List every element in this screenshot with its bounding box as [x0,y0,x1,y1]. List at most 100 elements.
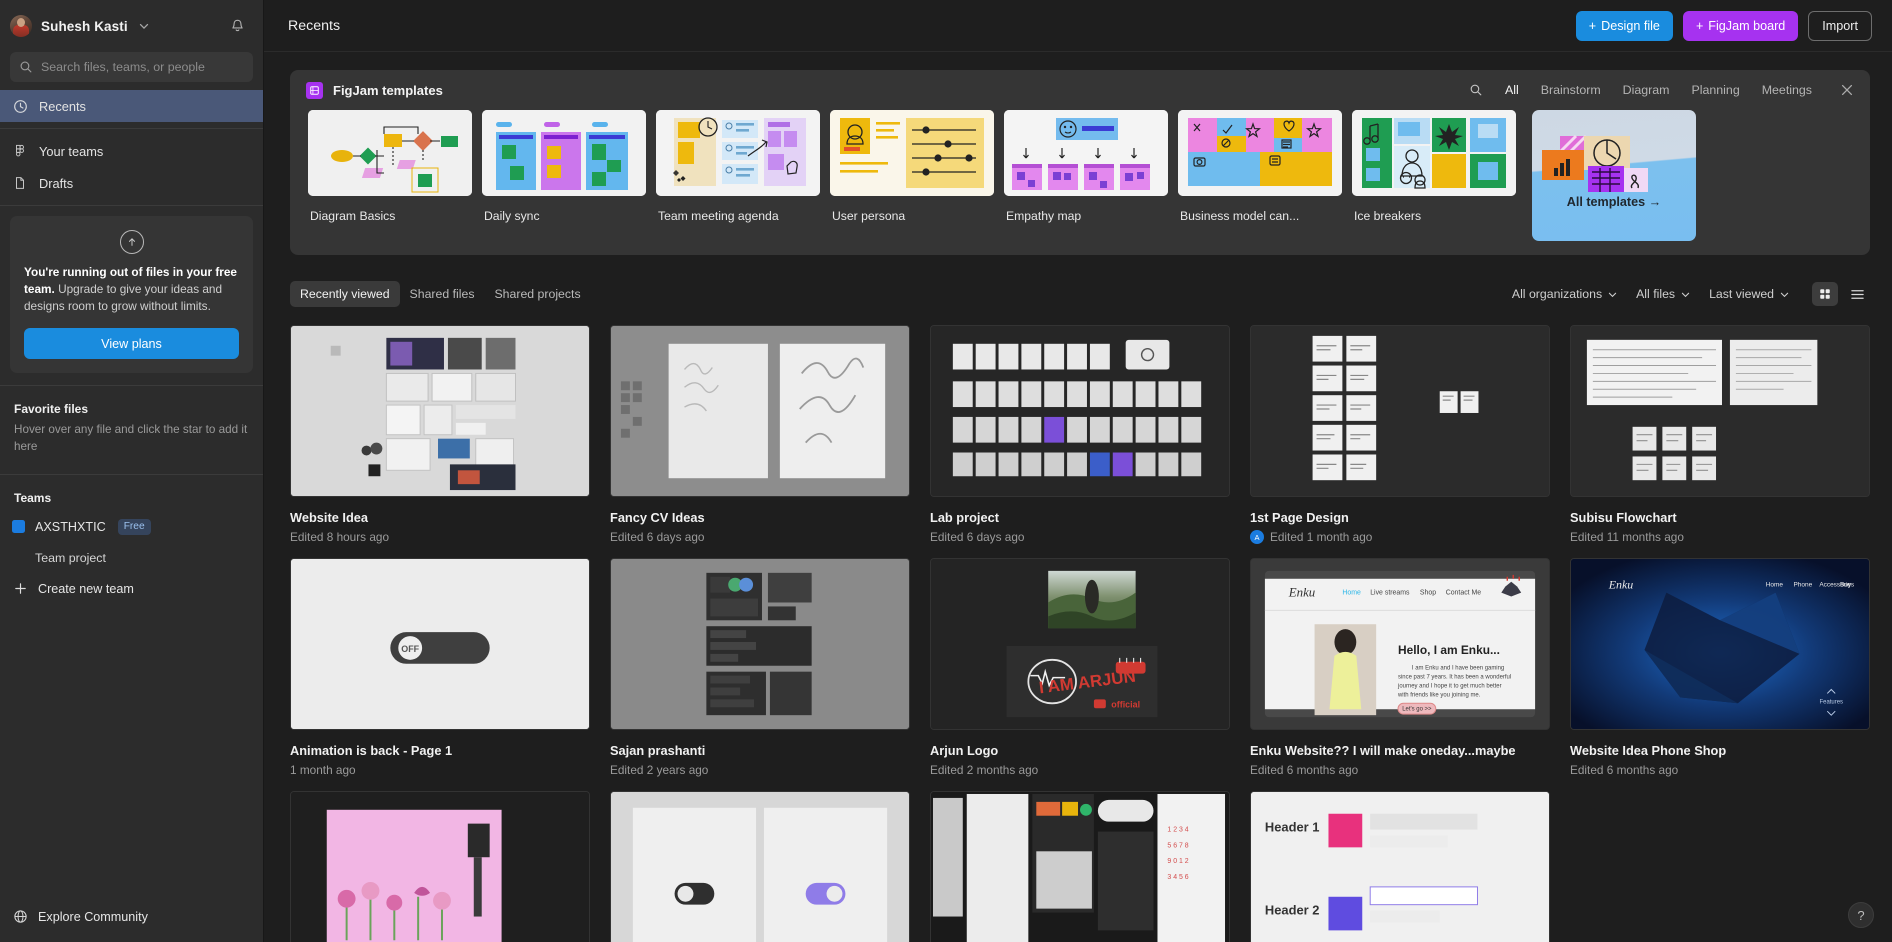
file-card[interactable]: OFF Animation is back - Page 1 1 month a… [290,558,590,777]
file-card[interactable]: Enku HomePhoneAccessories Buy Features W… [1570,558,1870,777]
file-name: Fancy CV Ideas [610,510,910,525]
file-name: Sajan prashanti [610,743,910,758]
file-name: Website Idea Phone Shop [1570,743,1870,758]
file-thumbnail: I AM ARJUN official [930,558,1230,730]
file-card[interactable]: Website Idea Edited 8 hours ago [290,325,590,544]
file-card[interactable] [610,791,910,942]
content-scroll[interactable]: FigJam templates All Brainstorm Diagram … [264,52,1892,942]
create-new-team-button[interactable]: Create new team [0,573,263,604]
globe-icon [12,909,28,925]
figma-file-browser: Suhesh Kasti Recents [0,0,1892,942]
file-name: Enku Website?? I will make oneday...mayb… [1250,743,1550,758]
explore-community-button[interactable]: Explore Community [0,901,263,932]
sidebar-item-drafts[interactable]: Drafts [0,167,263,199]
sidebar: Suhesh Kasti Recents [0,0,264,942]
template-card-daily-sync[interactable]: Daily sync [482,110,646,241]
view-plans-button[interactable]: View plans [24,328,239,359]
template-name: Business model can... [1178,196,1342,223]
svg-text:5 6 7 8: 5 6 7 8 [1167,842,1188,849]
brand-text: Enku [1288,586,1316,600]
file-meta: Edited 6 days ago [610,530,910,544]
figma-teams-icon [12,143,28,159]
file-name: Animation is back - Page 1 [290,743,590,758]
template-thumbnail [656,110,820,196]
sidebar-item-team-project[interactable]: Team project [0,542,263,573]
search-box[interactable] [10,52,253,82]
file-card[interactable]: Lab project Edited 6 days ago [930,325,1230,544]
file-card[interactable]: Header 1 Header 2 [1250,791,1550,942]
tab-shared-files[interactable]: Shared files [400,281,485,307]
import-button[interactable]: Import [1808,11,1872,41]
bell-icon[interactable] [225,14,249,38]
grid-view-icon[interactable] [1812,282,1838,306]
file-meta: Edited 2 years ago [610,763,910,777]
organizations-filter[interactable]: All organizations [1512,287,1618,301]
tab-diagram[interactable]: Diagram [1623,83,1670,97]
tab-all[interactable]: All [1505,83,1519,97]
sidebar-item-label: Drafts [39,176,73,191]
file-thumbnail: OFF [290,558,590,730]
file-card[interactable]: Fancy CV Ideas Edited 6 days ago [610,325,910,544]
status-badge: Free [118,519,151,535]
create-team-label: Create new team [38,582,134,596]
tab-recently-viewed[interactable]: Recently viewed [290,281,400,307]
all-templates-card[interactable]: All templates → [1532,110,1696,241]
tab-shared-projects[interactable]: Shared projects [484,281,590,307]
file-thumbnail: Enku HomePhoneAccessories Buy Features [1570,558,1870,730]
file-meta-text: Edited 6 days ago [610,530,704,544]
clock-icon [12,98,28,114]
file-meta-text: Edited 6 months ago [1570,763,1678,777]
list-view-icon[interactable] [1844,282,1870,306]
file-icon [12,175,28,191]
user-name: Suhesh Kasti [41,19,128,34]
sidebar-item-your-teams[interactable]: Your teams [0,135,263,167]
files-filter[interactable]: All files [1636,287,1691,301]
svg-text:Header 1: Header 1 [1265,820,1320,835]
upsell-card: You're running out of files in your free… [10,216,253,373]
template-card-ice-breakers[interactable]: Ice breakers [1352,110,1516,241]
tab-planning[interactable]: Planning [1691,83,1739,97]
file-meta: Edited 6 months ago [1250,763,1550,777]
file-meta-text: Edited 6 months ago [1250,763,1358,777]
template-card-team-meeting-agenda[interactable]: Team meeting agenda [656,110,820,241]
template-name: Empathy map [1004,196,1168,223]
sort-filter[interactable]: Last viewed [1709,287,1790,301]
tab-brainstorm[interactable]: Brainstorm [1541,83,1601,97]
template-thumbnail [482,110,646,196]
file-thumbnail [610,791,910,942]
template-card-diagram-basics[interactable]: Diagram Basics [308,110,472,241]
svg-text:official: official [1111,699,1140,709]
chevron-down-icon [1680,289,1691,300]
template-card-business-model-canvas[interactable]: Business model can... [1178,110,1342,241]
design-file-button[interactable]: + Design file [1576,11,1673,41]
close-icon[interactable] [1838,81,1856,99]
file-card[interactable]: Subisu Flowchart Edited 11 months ago [1570,325,1870,544]
tab-meetings[interactable]: Meetings [1762,83,1812,97]
sidebar-item-recents[interactable]: Recents [0,90,263,122]
template-card-user-persona[interactable]: User persona [830,110,994,241]
file-card[interactable]: Sajan prashanti Edited 2 years ago [610,558,910,777]
templates-search-icon[interactable] [1469,83,1483,97]
file-thumbnail [1570,325,1870,497]
favorite-files-hint: Hover over any file and click the star t… [0,422,263,468]
filter-label: All files [1636,287,1675,301]
sidebar-item-team-axsthxtic[interactable]: AXSTHXTIC Free [0,511,263,542]
template-thumbnail [308,110,472,196]
figjam-board-button[interactable]: + FigJam board [1683,11,1798,41]
svg-text:Home: Home [1766,582,1784,589]
file-thumbnail: Header 1 Header 2 [1250,791,1550,942]
template-card-empathy-map[interactable]: Empathy map [1004,110,1168,241]
file-card[interactable] [290,791,590,942]
search-input[interactable] [41,60,244,74]
file-card[interactable]: 1 2 3 45 6 7 89 0 1 23 4 5 6 [930,791,1230,942]
file-card[interactable]: I AM ARJUN official Arjun Logo Edited 2 … [930,558,1230,777]
button-label: Design file [1601,19,1660,33]
file-card[interactable]: 1st Page Design A Edited 1 month ago [1250,325,1550,544]
teams-title: Teams [0,481,263,511]
user-menu[interactable]: Suhesh Kasti [0,0,263,52]
help-button[interactable]: ? [1848,902,1874,928]
file-card[interactable]: Enku Home Live streams Shop Contact Me [1250,558,1550,777]
favorite-files-title: Favorite files [0,392,263,422]
avatar: A [1250,530,1264,544]
svg-text:journey and I hope it to get m: journey and I hope it to get much better [1397,683,1502,689]
